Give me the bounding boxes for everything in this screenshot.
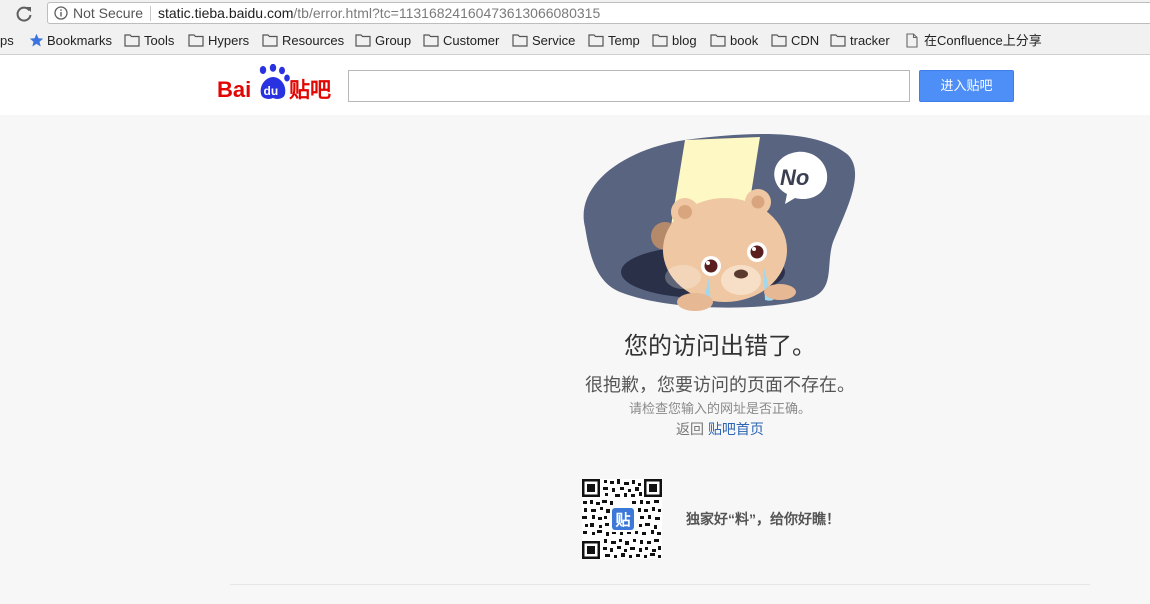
baidu-tieba-logo[interactable]: Bai du 贴吧	[217, 64, 337, 104]
folder-icon	[652, 34, 668, 47]
error-check-url-hint: 请检查您输入的网址是否正确。	[628, 401, 811, 416]
folder-icon	[588, 34, 604, 47]
bookmark-label: tracker	[850, 33, 890, 48]
bookmark-label: Group	[375, 33, 412, 48]
bubble-text: No	[780, 165, 809, 190]
folder-icon	[512, 34, 528, 47]
page-header: Bai du 贴吧 进入贴吧	[0, 55, 1150, 115]
info-icon[interactable]	[54, 6, 68, 20]
url-host: static.tieba.baidu.com	[158, 5, 294, 21]
bookmark-label: Hypers	[208, 33, 250, 48]
bookmarks-bar: ps Bookmarks Tools Hypers Resources Grou…	[0, 29, 1150, 53]
bookmark-label: Tools	[144, 33, 175, 48]
address-row: Not Secure static.tieba.baidu.com/tb/err…	[0, 0, 1150, 28]
bookmark-label: Bookmarks	[47, 33, 113, 48]
bookmark-apps-label: ps	[0, 33, 14, 48]
folder-icon	[355, 34, 371, 47]
bookmark-label: 在Confluence上分享	[924, 33, 1042, 48]
tieba-home-link[interactable]: 贴吧首页	[708, 421, 764, 437]
folder-icon	[262, 34, 278, 47]
back-prefix: 返回	[676, 421, 705, 437]
folder-icon	[188, 34, 204, 47]
not-secure-label: Not Secure	[73, 5, 144, 21]
page-icon	[906, 33, 918, 48]
qr-code: 贴	[582, 479, 662, 559]
bookmark-label: Service	[532, 33, 576, 48]
enter-tieba-button[interactable]: 进入贴吧	[919, 70, 1014, 102]
bookmark-label: Temp	[608, 33, 640, 48]
reload-icon[interactable]	[14, 4, 34, 24]
address-separator	[150, 6, 151, 21]
logo-bai: Bai	[217, 77, 251, 102]
star-icon	[29, 33, 44, 47]
error-sorry-message: 很抱歉，您要访问的页面不存在。	[585, 375, 855, 395]
bookmark-label: CDN	[791, 33, 820, 48]
logo-du: du	[264, 84, 279, 98]
browser-chrome: Not Secure static.tieba.baidu.com/tb/err…	[0, 0, 1150, 55]
folder-icon	[830, 34, 846, 47]
bookmark-label: Resources	[282, 33, 345, 48]
folder-icon	[710, 34, 726, 47]
folder-icon	[124, 34, 140, 47]
error-title: 您的访问出错了。	[624, 333, 816, 360]
url-path: /tb/error.html?tc=1131682416047361306608…	[293, 5, 601, 21]
bookmark-label: blog	[672, 33, 697, 48]
search-input[interactable]	[348, 70, 910, 102]
qr-badge-text: 贴	[615, 511, 630, 529]
qr-caption: 独家好“料”，给你好瞧！	[686, 511, 840, 527]
logo-tieba: 贴吧	[289, 78, 331, 102]
bookmark-label: book	[730, 33, 759, 48]
url-text[interactable]: static.tieba.baidu.com/tb/error.html?tc=…	[158, 3, 600, 23]
back-to-home: 返回 贴吧首页	[520, 419, 920, 439]
footer-divider	[230, 584, 1090, 585]
address-bar[interactable]: Not Secure static.tieba.baidu.com/tb/err…	[47, 2, 1150, 24]
folder-icon	[771, 34, 787, 47]
bookmark-label: Customer	[443, 33, 500, 48]
error-bear-illustration: No	[583, 133, 856, 311]
folder-icon	[423, 34, 439, 47]
